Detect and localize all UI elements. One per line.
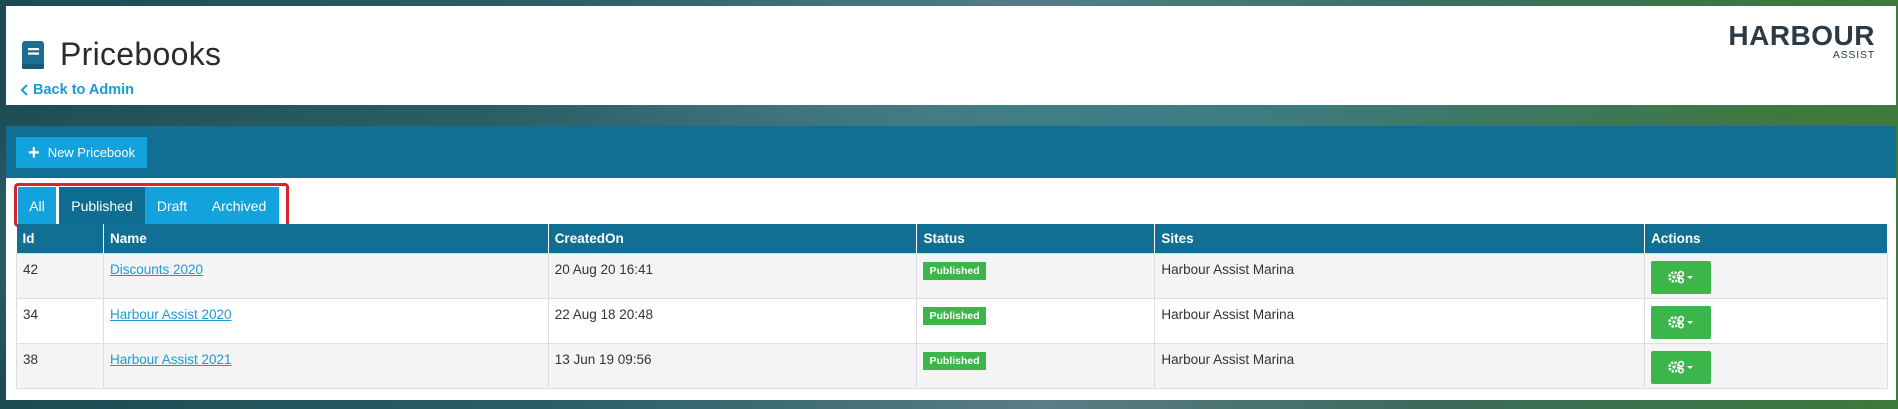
gears-icon: [1668, 315, 1694, 329]
cell-sites: Harbour Assist Marina: [1154, 297, 1646, 344]
book-icon: [22, 40, 44, 69]
cell-actions: [1644, 342, 1888, 389]
toolbar: + New Pricebook: [6, 126, 1896, 178]
cell-created: 22 Aug 18 20:48: [547, 297, 918, 344]
pricebooks-panel: + New Pricebook All Published Draft Arch…: [6, 126, 1896, 400]
pricebook-name-link[interactable]: Discounts 2020: [110, 262, 203, 277]
status-badge: Published: [923, 261, 986, 280]
new-pricebook-button[interactable]: + New Pricebook: [16, 137, 148, 168]
filter-all-button[interactable]: All: [18, 187, 56, 225]
page-header: Pricebooks Back to Admin HARBOUR ASSIST: [6, 6, 1896, 105]
cell-id: 34: [16, 297, 104, 344]
table-header-row: Id Name CreatedOn Status Sites Actions: [16, 224, 1888, 253]
column-header-id[interactable]: Id: [16, 224, 104, 253]
cell-id: 38: [16, 342, 104, 389]
logo-wordmark: HARBOUR: [1728, 20, 1875, 51]
filter-archived-button[interactable]: Archived: [199, 187, 279, 225]
actions-dropdown-button[interactable]: [1651, 260, 1712, 294]
cell-created: 20 Aug 20 16:41: [547, 252, 918, 299]
column-header-sites[interactable]: Sites: [1154, 224, 1646, 253]
actions-dropdown-button[interactable]: [1651, 305, 1712, 339]
gears-icon: [1668, 270, 1694, 284]
cell-name: Harbour Assist 2021: [102, 342, 549, 389]
title-row: Pricebooks: [20, 36, 221, 73]
back-link-label: Back to Admin: [33, 82, 134, 98]
harbour-assist-logo: HARBOUR ASSIST: [1728, 20, 1875, 62]
status-filter-group: All Published Draft Archived: [18, 187, 279, 225]
column-header-name[interactable]: Name: [103, 224, 549, 253]
cell-actions: [1644, 252, 1888, 299]
cell-sites: Harbour Assist Marina: [1154, 342, 1646, 389]
column-header-actions: Actions: [1644, 224, 1888, 253]
cell-sites: Harbour Assist Marina: [1154, 252, 1646, 299]
status-badge: Published: [923, 351, 986, 370]
cell-id: 42: [16, 252, 104, 299]
table-row: 42 Discounts 2020 20 Aug 20 16:41 Publis…: [16, 252, 1888, 299]
filter-published-button[interactable]: Published: [59, 187, 145, 225]
chevron-left-icon: [20, 84, 28, 96]
table-row: 38 Harbour Assist 2021 13 Jun 19 09:56 P…: [16, 342, 1888, 389]
pricebook-name-link[interactable]: Harbour Assist 2020: [110, 307, 232, 322]
pricebooks-table: Id Name CreatedOn Status Sites Actions 4…: [16, 224, 1888, 389]
column-header-createdon[interactable]: CreatedOn: [548, 224, 918, 253]
actions-dropdown-button[interactable]: [1651, 350, 1712, 384]
filter-draft-button[interactable]: Draft: [145, 187, 199, 225]
cell-status: Published: [916, 252, 1156, 299]
cell-created: 13 Jun 19 09:56: [547, 342, 918, 389]
page-title: Pricebooks: [60, 36, 222, 72]
cell-status: Published: [916, 342, 1156, 389]
pricebook-name-link[interactable]: Harbour Assist 2021: [110, 352, 232, 367]
cell-name: Harbour Assist 2020: [102, 297, 549, 344]
cell-name: Discounts 2020: [102, 252, 549, 299]
back-to-admin-link[interactable]: Back to Admin: [20, 82, 134, 98]
status-badge: Published: [923, 306, 986, 325]
table-row: 34 Harbour Assist 2020 22 Aug 18 20:48 P…: [16, 297, 1888, 344]
column-header-status[interactable]: Status: [916, 224, 1156, 253]
gears-icon: [1668, 360, 1694, 374]
cell-actions: [1644, 297, 1888, 344]
new-pricebook-label: New Pricebook: [47, 145, 136, 160]
cell-status: Published: [916, 297, 1156, 344]
plus-icon: +: [28, 141, 40, 164]
